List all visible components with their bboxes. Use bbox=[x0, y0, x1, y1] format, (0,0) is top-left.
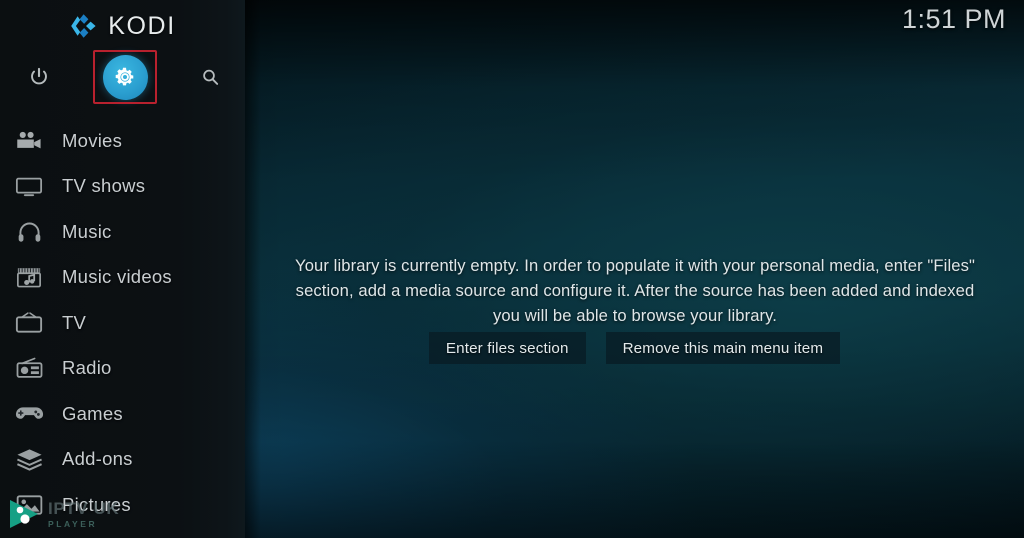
music-video-icon bbox=[8, 260, 50, 294]
gear-icon bbox=[115, 67, 134, 86]
enter-files-section-button[interactable]: Enter files section bbox=[428, 332, 586, 364]
empty-library-message: Your library is currently empty. In orde… bbox=[295, 256, 975, 325]
sidebar-item-pictures[interactable]: Pictures bbox=[0, 482, 245, 528]
kodi-logo-icon bbox=[71, 14, 96, 38]
sidebar-item-label: Music bbox=[62, 220, 112, 242]
settings-button-circle bbox=[102, 54, 148, 100]
sidebar-item-label: Games bbox=[62, 402, 123, 424]
tv-box-icon bbox=[8, 306, 50, 340]
kodi-app-window: Your library is currently empty. In orde… bbox=[0, 0, 1024, 538]
sidebar-item-label: TV shows bbox=[62, 175, 146, 197]
action-button-row: Enter files section Remove this main men… bbox=[245, 332, 1024, 364]
sidebar-item-label: Pictures bbox=[62, 493, 131, 515]
sidebar-item-music[interactable]: Music bbox=[0, 209, 245, 255]
sidebar-item-label: TV bbox=[62, 311, 87, 333]
gamepad-icon bbox=[8, 397, 50, 431]
power-button[interactable] bbox=[12, 50, 66, 104]
sidebar-item-label: Radio bbox=[62, 357, 112, 379]
sidebar-item-label: Movies bbox=[62, 129, 123, 151]
radio-icon bbox=[8, 351, 50, 385]
sidebar-menu: Movies TV shows Music Music videos TV Ra… bbox=[0, 118, 245, 528]
sidebar-item-label: Music videos bbox=[62, 266, 172, 288]
sidebar-item-music-videos[interactable]: Music videos bbox=[0, 255, 245, 301]
addons-box-icon bbox=[8, 442, 50, 476]
main-content-area: Your library is currently empty. In orde… bbox=[245, 0, 1024, 538]
sidebar-item-movies[interactable]: Movies bbox=[0, 118, 245, 164]
sidebar-top-actions bbox=[0, 50, 245, 104]
sidebar-item-label: Add-ons bbox=[62, 448, 133, 470]
remove-main-menu-item-button[interactable]: Remove this main menu item bbox=[605, 332, 841, 364]
clock: 1:51 PM bbox=[901, 4, 1006, 34]
sidebar-item-games[interactable]: Games bbox=[0, 391, 245, 437]
sidebar-item-tv-shows[interactable]: TV shows bbox=[0, 164, 245, 210]
movie-camera-icon bbox=[8, 124, 50, 158]
sidebar-item-radio[interactable]: Radio bbox=[0, 346, 245, 392]
sidebar-item-tv[interactable]: TV bbox=[0, 300, 245, 346]
television-icon bbox=[8, 169, 50, 203]
settings-button[interactable] bbox=[98, 50, 152, 104]
sidebar: KODI Movies TV shows Music Music videos … bbox=[0, 0, 245, 538]
pictures-icon bbox=[8, 488, 50, 522]
power-icon bbox=[31, 67, 47, 85]
sidebar-item-addons[interactable]: Add-ons bbox=[0, 437, 245, 483]
search-icon bbox=[202, 69, 218, 85]
search-button[interactable] bbox=[183, 50, 237, 104]
app-logo-text: KODI bbox=[108, 11, 176, 40]
app-logo: KODI bbox=[0, 9, 245, 43]
headphones-icon bbox=[8, 215, 50, 249]
